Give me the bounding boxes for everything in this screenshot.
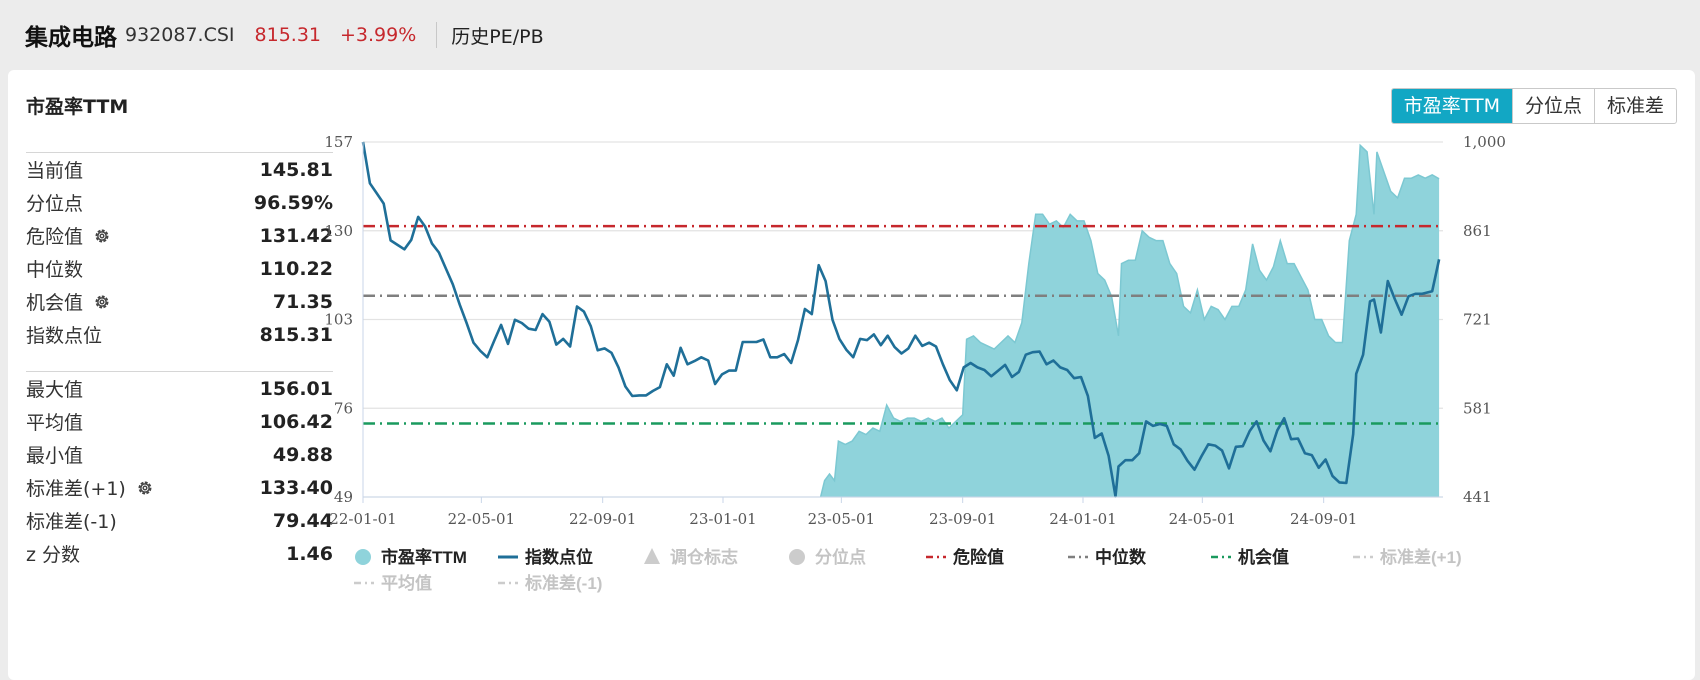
header-divider	[436, 22, 438, 48]
y-left-tick-label: 130	[324, 222, 353, 240]
legend-label: 危险值	[952, 547, 1004, 567]
header-bar: 集成电路 932087.CSI 815.31 +3.99% 历史PE/PB	[0, 0, 1700, 70]
pe-ttm-area	[820, 145, 1440, 498]
y-right-tick-label: 441	[1463, 488, 1492, 506]
legend-item[interactable]: 中位数	[1068, 547, 1147, 567]
x-tick-label: 22-01-01	[329, 510, 396, 528]
legend-item[interactable]: 标准差(-1)	[498, 573, 602, 593]
legend-label: 分位点	[815, 547, 866, 567]
index-change: +3.99%	[340, 24, 417, 46]
y-left-tick-label: 157	[324, 133, 353, 151]
y-left-tick-label: 103	[324, 311, 353, 329]
legend-item[interactable]: 指数点位	[498, 547, 593, 567]
legend-label: 平均值	[381, 573, 432, 593]
x-tick-label: 24-05-01	[1169, 510, 1236, 528]
x-tick-label: 23-01-01	[689, 510, 756, 528]
x-tick-label: 22-09-01	[569, 510, 636, 528]
y-right-tick-label: 721	[1463, 311, 1492, 329]
index-code: 932087.CSI	[125, 24, 235, 46]
legend-label: 中位数	[1095, 547, 1147, 567]
index-price: 815.31	[254, 24, 321, 46]
legend-label: 标准差(+1)	[1380, 547, 1462, 567]
legend-item[interactable]: 危险值	[926, 547, 1004, 567]
y-left-tick-label: 49	[334, 488, 353, 506]
x-tick-label: 23-09-01	[929, 510, 996, 528]
pe-area-layer	[819, 143, 1440, 498]
legend-item[interactable]: 调仓标志	[644, 547, 738, 567]
legend-label: 机会值	[1238, 547, 1289, 567]
pe-chart: 157 1,000 130 861 103 721 76 581 49 441 22-01-01 22…	[324, 133, 1506, 593]
chart-legend: 市盈率TTM 指数点位 调仓标志 分位点 危险值 中位数 机会值 标准差(+1) 平均值 标准差(…	[354, 547, 1462, 593]
y-right-tick-label: 1,000	[1463, 133, 1506, 151]
y-right-tick-label: 581	[1463, 399, 1492, 417]
x-tick-label: 24-09-01	[1290, 510, 1357, 528]
valuation-card: 市盈率TTM 市盈率TTM 分位点 标准差 当前值 145.81 分位点 96.59%…	[8, 70, 1695, 680]
legend-item[interactable]: 市盈率TTM	[355, 547, 467, 567]
x-tick-label: 24-01-01	[1049, 510, 1116, 528]
legend-item[interactable]: 标准差(+1)	[1353, 547, 1462, 567]
history-pe-pb-link[interactable]: 历史PE/PB	[451, 22, 543, 49]
legend-label: 标准差(-1)	[525, 573, 602, 593]
legend-label: 市盈率TTM	[381, 547, 467, 567]
legend-circle-icon	[789, 549, 805, 565]
legend-item[interactable]: 分位点	[789, 547, 866, 567]
y-left-tick-label: 76	[334, 399, 353, 417]
y-right-tick-label: 861	[1463, 222, 1492, 240]
legend-label: 调仓标志	[670, 547, 738, 567]
legend-item[interactable]: 平均值	[354, 573, 432, 593]
legend-item[interactable]: 机会值	[1211, 547, 1289, 567]
x-tick-label: 22-05-01	[448, 510, 515, 528]
legend-triangle-icon	[644, 548, 660, 564]
legend-label: 指数点位	[525, 547, 593, 567]
legend-circle-icon	[355, 549, 371, 565]
x-tick-label: 23-05-01	[808, 510, 875, 528]
index-name: 集成电路	[25, 25, 117, 51]
